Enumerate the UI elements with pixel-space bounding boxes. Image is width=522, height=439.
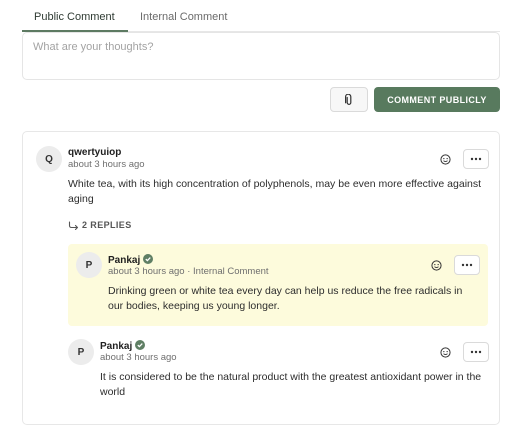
more-options-button[interactable] (454, 255, 480, 275)
comment-composer (22, 32, 500, 80)
attach-button[interactable] (330, 87, 368, 112)
comment-timestamp: about 3 hours ago (68, 159, 145, 170)
comment-thread: Q qwertyuiop about 3 hours ago White tea… (22, 131, 500, 425)
more-options-button[interactable] (463, 149, 489, 169)
comment-body: White tea, with its high concentration o… (68, 178, 482, 205)
reply-meta: about 3 hours ago (100, 352, 177, 363)
avatar[interactable]: P (76, 252, 102, 278)
comment-input[interactable] (23, 33, 499, 79)
reply-body: It is considered to be the natural produ… (100, 371, 482, 398)
reply-author[interactable]: Pankaj (100, 340, 146, 352)
react-button[interactable] (436, 343, 454, 361)
reply-author-name: Pankaj (100, 341, 133, 352)
react-button[interactable] (427, 256, 445, 274)
comment-publicly-button[interactable]: COMMENT PUBLICLY (374, 87, 500, 112)
avatar[interactable]: Q (36, 146, 62, 172)
comment-author[interactable]: qwertyuiop (68, 147, 121, 158)
paperclip-icon (345, 93, 352, 105)
ellipsis-icon (470, 157, 482, 161)
reply-body: Drinking green or white tea every day ca… (108, 285, 463, 312)
react-button[interactable] (436, 150, 454, 168)
replies-count-label: 2 REPLIES (82, 220, 132, 230)
smiley-icon (439, 153, 451, 165)
reply-arrow-icon (68, 220, 79, 230)
ellipsis-icon (470, 350, 482, 354)
avatar[interactable]: P (68, 339, 94, 365)
reply-author[interactable]: Pankaj (108, 254, 154, 266)
ellipsis-icon (461, 263, 473, 267)
tab-public-comment[interactable]: Public Comment (34, 11, 115, 23)
smiley-icon (430, 259, 442, 271)
comment-tabs: Public Comment Internal Comment (22, 0, 500, 32)
internal-reply: P Pankaj about 3 hours ago · Internal Co… (68, 244, 488, 326)
replies-toggle[interactable]: 2 REPLIES (68, 220, 132, 230)
verified-icon (143, 254, 154, 264)
verified-icon (135, 340, 146, 350)
tab-internal-comment[interactable]: Internal Comment (140, 11, 227, 23)
reply-meta: about 3 hours ago · Internal Comment (108, 266, 269, 277)
reply-author-name: Pankaj (108, 255, 141, 266)
smiley-icon (439, 346, 451, 358)
more-options-button[interactable] (463, 342, 489, 362)
